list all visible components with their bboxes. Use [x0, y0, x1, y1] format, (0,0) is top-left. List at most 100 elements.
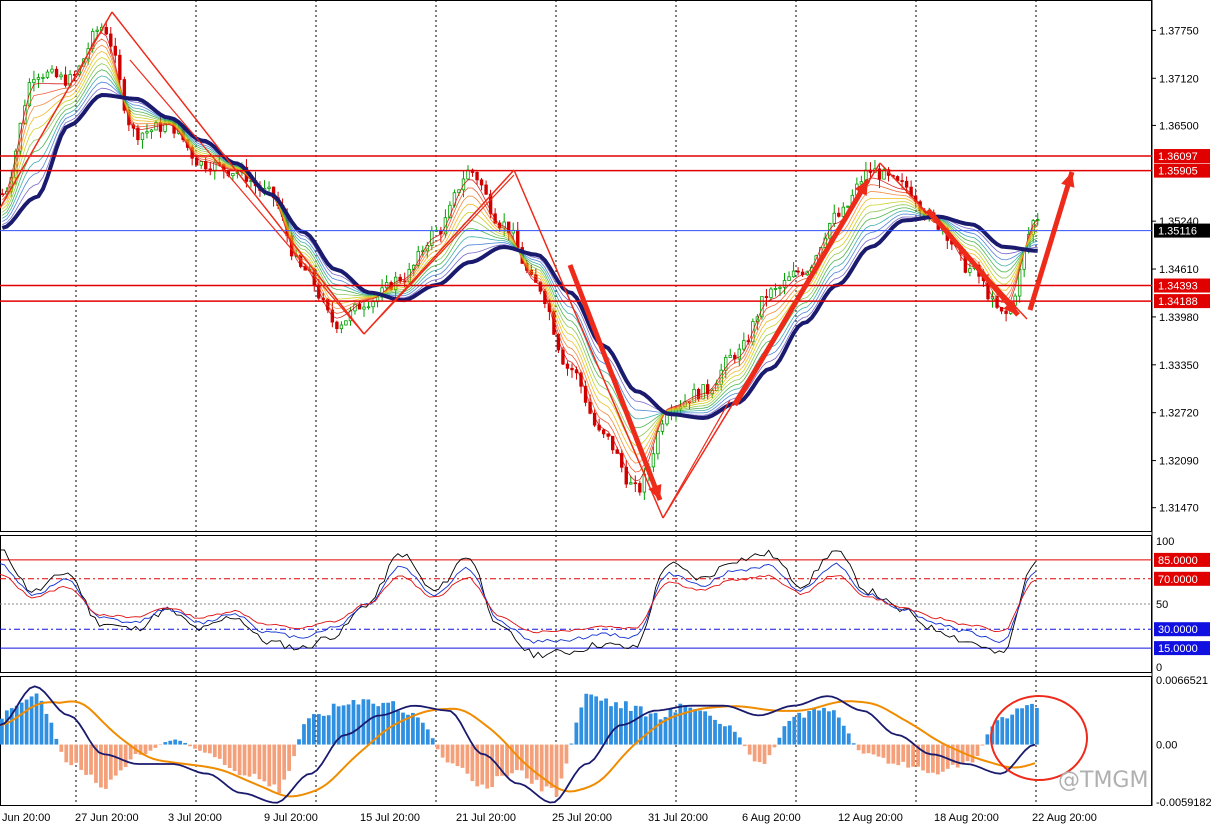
- candle-body: [104, 26, 108, 35]
- x-tick-label: 9 Jul 20:00: [264, 812, 318, 824]
- macd-main-line: [0, 685, 1036, 804]
- candle-body: [140, 132, 145, 141]
- macd-histogram-bar: [817, 710, 821, 745]
- macd-histogram-bar: [222, 744, 227, 765]
- macd-histogram-bar: [64, 744, 69, 763]
- macd-histogram-bar: [827, 711, 831, 745]
- macd-histogram-bar: [777, 737, 782, 745]
- macd-histogram-bar: [633, 705, 638, 745]
- macd-histogram-bar: [574, 722, 579, 745]
- macd-histogram-bar: [79, 744, 83, 770]
- macd-histogram-bar: [401, 712, 405, 745]
- macd-histogram-bar: [713, 719, 717, 745]
- macd-histogram-bar: [1020, 708, 1024, 745]
- price-panel: [0, 11, 1152, 519]
- macd-histogram-bar: [450, 744, 455, 764]
- osc-tick-label: 50: [1156, 599, 1168, 611]
- macd-histogram-bar: [524, 744, 529, 779]
- macd-histogram-bar: [361, 699, 366, 745]
- y-tick-label: 1.33350: [1159, 360, 1199, 372]
- candle-body: [32, 78, 36, 84]
- macd-histogram-bar: [34, 693, 39, 745]
- x-tick-label: 25 Jul 20:00: [552, 812, 612, 824]
- candle-body: [366, 306, 371, 309]
- candle-body: [832, 212, 836, 224]
- osc-tick-label: 0: [1156, 662, 1162, 674]
- macd-histogram-bar: [356, 704, 361, 745]
- macd-histogram-bar: [985, 734, 990, 745]
- macd-histogram-bar: [89, 744, 93, 775]
- macd-histogram-bar: [564, 744, 569, 764]
- x-tick-label: 31 Jul 20:00: [648, 812, 708, 824]
- candle-body: [339, 324, 344, 330]
- candle-body: [335, 321, 339, 330]
- macd-panel: [0, 685, 1088, 804]
- trendline: [363, 174, 515, 335]
- ribbon-ma-line: [2, 44, 1038, 464]
- candle-body: [118, 54, 122, 80]
- macd-histogram-bar: [123, 744, 128, 768]
- macd-histogram-bar: [589, 694, 594, 745]
- macd-histogram-bar: [490, 744, 495, 788]
- macd-histogram-bar: [846, 733, 851, 745]
- macd-histogram-bar: [628, 710, 633, 745]
- macd-histogram-bar: [851, 743, 856, 745]
- y-tick-label: 1.34610: [1159, 264, 1199, 276]
- ribbon-ma-line: [2, 81, 1038, 414]
- macd-histogram-bar: [148, 744, 153, 751]
- macd-histogram-bar: [936, 744, 940, 775]
- macd-histogram-bar: [316, 714, 321, 745]
- macd-histogram-bar: [891, 744, 896, 764]
- macd-histogram-bar: [188, 744, 192, 747]
- level-tag-label: 1.34188: [1158, 296, 1198, 308]
- macd-histogram-bar: [539, 744, 544, 792]
- macd-histogram-bar: [208, 744, 212, 754]
- macd-histogram-bar: [931, 744, 935, 773]
- macd-histogram-bar: [272, 744, 277, 785]
- macd-histogram-bar: [901, 744, 906, 762]
- macd-histogram-bar: [168, 740, 173, 745]
- macd-histogram-bar: [559, 744, 564, 779]
- macd-histogram-bar: [0, 718, 4, 745]
- y-tick-label: 1.31470: [1159, 503, 1199, 515]
- candle-body: [742, 340, 746, 350]
- macd-histogram-bar: [470, 744, 475, 782]
- candle-body: [565, 363, 570, 369]
- candle-body: [344, 320, 348, 326]
- macd-histogram-bar: [292, 744, 296, 757]
- candle-body: [479, 179, 484, 186]
- macd-histogram-bar: [227, 744, 232, 768]
- macd-histogram-bar: [822, 707, 826, 745]
- chart-window: 1.37750 1.37120 1.36500 1.35240 1.34610 1.339…: [0, 0, 1219, 825]
- macd-histogram-bar: [723, 726, 727, 745]
- ribbon-ma-line: [1, 38, 1038, 473]
- macd-histogram-bar: [861, 744, 866, 754]
- macd-histogram-bar: [782, 726, 787, 745]
- candle-body: [859, 181, 864, 185]
- candle-body: [95, 29, 99, 32]
- macd-histogram-bar: [980, 744, 985, 746]
- candle-body: [773, 288, 778, 290]
- macd-histogram-bar: [346, 704, 351, 745]
- candle-body: [50, 68, 54, 73]
- macd-histogram-bar: [1000, 717, 1005, 745]
- x-tick-label: 22 Aug 20:00: [1032, 812, 1097, 824]
- candle-body: [904, 180, 909, 188]
- macd-histogram-bar: [108, 744, 113, 780]
- macd-histogram-bar: [921, 744, 925, 771]
- candle-body: [149, 129, 154, 133]
- macd-histogram-bar: [757, 744, 762, 763]
- macd-histogram-bar: [856, 744, 861, 751]
- macd-histogram-bar: [326, 715, 331, 745]
- y-tick-label: 1.32720: [1159, 408, 1199, 420]
- candle-body: [1004, 310, 1008, 314]
- macd-histogram-bar: [752, 744, 757, 762]
- oscillator-panel: [0, 549, 1152, 659]
- macd-histogram-bar: [480, 744, 485, 785]
- macd-histogram-bar: [832, 710, 836, 745]
- macd-histogram-bar: [302, 724, 306, 745]
- macd-histogram-bar: [460, 744, 465, 768]
- candle-body: [59, 74, 63, 78]
- candle-body: [371, 301, 375, 308]
- time-axis: Jun 20:00 27 Jun 20:00 3 Jul 20:00 9 Jul 20…: [2, 812, 1097, 824]
